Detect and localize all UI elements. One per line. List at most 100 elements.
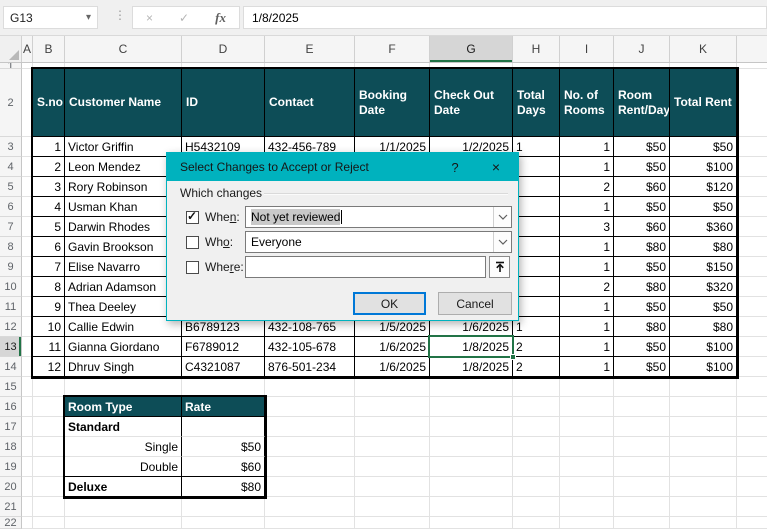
cell-J10[interactable]: $80 <box>614 277 670 297</box>
cell-A6[interactable] <box>22 197 33 217</box>
cell-G19[interactable] <box>430 457 513 477</box>
cell-I3[interactable]: 1 <box>560 137 614 157</box>
cell-C14[interactable]: Dhruv Singh <box>65 357 182 377</box>
column-header-G[interactable]: G <box>430 36 513 62</box>
cell-A14[interactable] <box>22 357 33 377</box>
row-header-8[interactable]: 8 <box>0 237 22 257</box>
cell-F19[interactable] <box>355 457 430 477</box>
cell-A20[interactable] <box>22 477 33 497</box>
cell-B18[interactable] <box>33 437 65 457</box>
cell-J13[interactable]: $50 <box>614 337 670 357</box>
close-icon[interactable]: × <box>478 153 514 181</box>
cell-F22[interactable] <box>355 517 430 529</box>
cell-B4[interactable]: 2 <box>33 157 65 177</box>
formula-enter-icon[interactable]: ✓ <box>179 11 189 25</box>
cell-J6[interactable]: $50 <box>614 197 670 217</box>
cell-G18[interactable] <box>430 437 513 457</box>
row-header-21[interactable]: 21 <box>0 497 22 517</box>
cell-F17[interactable] <box>355 417 430 437</box>
cell-C15[interactable] <box>65 377 182 397</box>
cell-B20[interactable] <box>33 477 65 497</box>
column-header-H[interactable]: H <box>513 36 560 62</box>
cell-J5[interactable]: $60 <box>614 177 670 197</box>
cell-C21[interactable] <box>65 497 182 517</box>
cell-filler[interactable] <box>737 177 767 197</box>
cell-H11[interactable] <box>513 297 560 317</box>
formula-cancel-icon[interactable]: × <box>146 11 153 25</box>
cell-G2[interactable]: Check Out Date <box>430 69 513 137</box>
cell-G15[interactable] <box>430 377 513 397</box>
cell-D22[interactable] <box>182 517 265 529</box>
cell-J20[interactable] <box>614 477 670 497</box>
cell-A16[interactable] <box>22 397 33 417</box>
cell-C2[interactable]: Customer Name <box>65 69 182 137</box>
cell-F20[interactable] <box>355 477 430 497</box>
ok-button[interactable]: OK <box>353 292 426 315</box>
cell-C12[interactable]: Callie Edwin <box>65 317 182 337</box>
cell-filler[interactable] <box>737 237 767 257</box>
row-header-6[interactable]: 6 <box>0 197 22 217</box>
row-header-13[interactable]: 13 <box>0 337 22 357</box>
cell-K18[interactable] <box>670 437 737 457</box>
cell-J19[interactable] <box>614 457 670 477</box>
cell-K5[interactable]: $120 <box>670 177 737 197</box>
cell-I5[interactable]: 2 <box>560 177 614 197</box>
cell-C13[interactable]: Gianna Giordano <box>65 337 182 357</box>
cell-J11[interactable]: $50 <box>614 297 670 317</box>
cell-C5[interactable]: Rory Robinson <box>65 177 182 197</box>
cell-F21[interactable] <box>355 497 430 517</box>
help-icon[interactable]: ? <box>440 153 470 181</box>
cell-C17[interactable]: Standard <box>65 417 182 437</box>
cell-A8[interactable] <box>22 237 33 257</box>
cell-filler[interactable] <box>737 297 767 317</box>
cell-I13[interactable]: 1 <box>560 337 614 357</box>
cell-E14[interactable]: 876-501-234 <box>265 357 355 377</box>
row-header-10[interactable]: 10 <box>0 277 22 297</box>
cell-C19[interactable]: Double <box>65 457 182 477</box>
cell-I15[interactable] <box>560 377 614 397</box>
cell-H8[interactable] <box>513 237 560 257</box>
row-header-18[interactable]: 18 <box>0 437 22 457</box>
cell-J21[interactable] <box>614 497 670 517</box>
cell-K15[interactable] <box>670 377 737 397</box>
name-box-dropdown-icon[interactable]: ▾ <box>86 12 91 23</box>
cell-E13[interactable]: 432-105-678 <box>265 337 355 357</box>
column-header-E[interactable]: E <box>265 36 355 62</box>
cell-H14[interactable]: 2 <box>513 357 560 377</box>
cell-I10[interactable]: 2 <box>560 277 614 297</box>
cell-J14[interactable]: $50 <box>614 357 670 377</box>
cell-H19[interactable] <box>513 457 560 477</box>
cell-K2[interactable]: Total Rent <box>670 69 737 137</box>
cell-B3[interactable]: 1 <box>33 137 65 157</box>
cell-I6[interactable]: 1 <box>560 197 614 217</box>
column-header-I[interactable]: I <box>560 36 614 62</box>
cell-A5[interactable] <box>22 177 33 197</box>
cell-I22[interactable] <box>560 517 614 529</box>
cell-I19[interactable] <box>560 457 614 477</box>
cell-H9[interactable] <box>513 257 560 277</box>
cell-F15[interactable] <box>355 377 430 397</box>
cell-filler[interactable] <box>737 137 767 157</box>
cell-B21[interactable] <box>33 497 65 517</box>
cell-J2[interactable]: Room Rent/Day <box>614 69 670 137</box>
cell-H6[interactable] <box>513 197 560 217</box>
cell-filler[interactable] <box>737 157 767 177</box>
cell-I21[interactable] <box>560 497 614 517</box>
cell-K13[interactable]: $100 <box>670 337 737 357</box>
cell-J18[interactable] <box>614 437 670 457</box>
cell-G14[interactable]: 1/8/2025 <box>430 357 513 377</box>
row-header-15[interactable]: 15 <box>0 377 22 397</box>
cell-H18[interactable] <box>513 437 560 457</box>
cell-C22[interactable] <box>65 517 182 529</box>
cell-E15[interactable] <box>265 377 355 397</box>
cell-K20[interactable] <box>670 477 737 497</box>
chevron-down-icon[interactable] <box>493 207 511 227</box>
cell-I12[interactable]: 1 <box>560 317 614 337</box>
cell-C18[interactable]: Single <box>65 437 182 457</box>
cell-filler[interactable] <box>737 257 767 277</box>
cell-G22[interactable] <box>430 517 513 529</box>
cell-H20[interactable] <box>513 477 560 497</box>
range-select-icon[interactable] <box>489 256 510 278</box>
cell-J9[interactable]: $50 <box>614 257 670 277</box>
cell-D15[interactable] <box>182 377 265 397</box>
